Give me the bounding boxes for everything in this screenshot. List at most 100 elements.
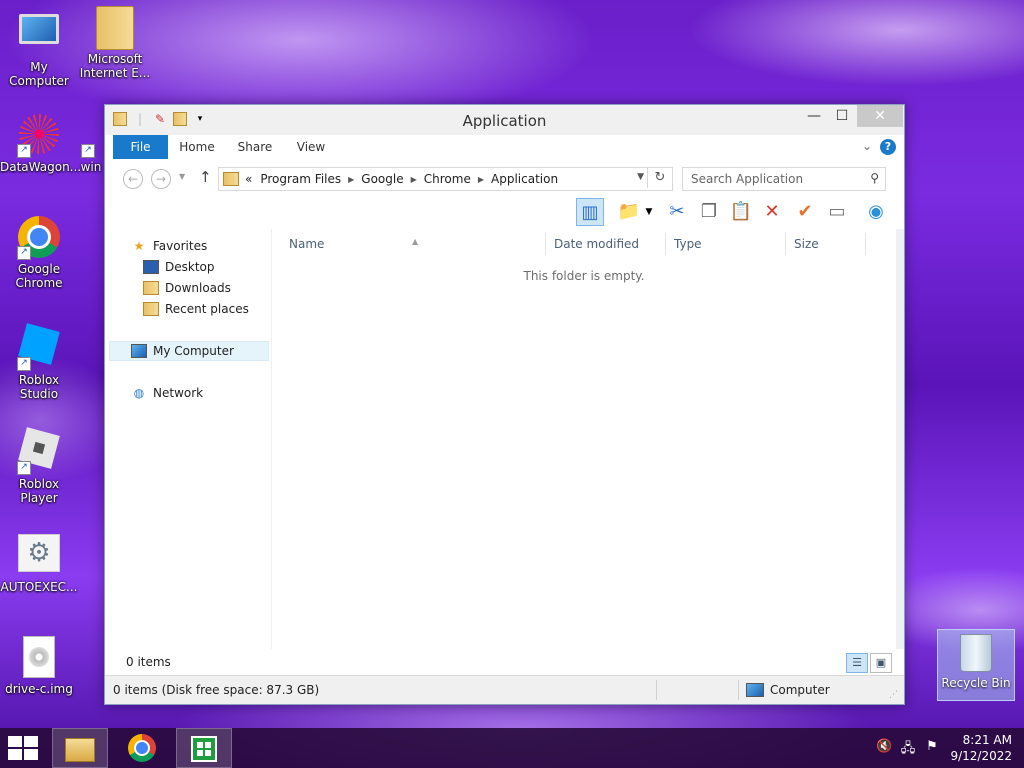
computer-icon: [131, 344, 147, 358]
chevron-right-icon[interactable]: ▶: [478, 175, 484, 184]
nav-label: Recent places: [165, 302, 249, 316]
column-label: Name: [289, 237, 325, 251]
tab-home[interactable]: Home: [175, 135, 219, 159]
desktop-icon-label: Roblox Player: [18, 477, 60, 505]
desktop-icon-google-chrome[interactable]: ↗ Google Chrome: [0, 216, 78, 290]
clock-time: 8:21 AM: [962, 733, 1012, 747]
network-status-icon[interactable]: 🖧: [900, 739, 916, 761]
desktop-icon-recycle-bin[interactable]: Recycle Bin: [937, 629, 1015, 701]
up-button[interactable]: ↑: [199, 168, 212, 186]
system-tray: 🔇 🖧 ⚑: [876, 739, 940, 761]
chevron-right-icon[interactable]: ▶: [411, 175, 417, 184]
recycle-bin-icon: [960, 634, 992, 672]
desktop-icon-datawagon[interactable]: ↗ DataWagon...: [0, 114, 82, 174]
volume-muted-icon[interactable]: 🔇: [876, 739, 892, 761]
rename-icon[interactable]: ✔: [791, 198, 819, 226]
address-bar[interactable]: « Program Files ▶ Google ▶ Chrome ▶ Appl…: [218, 167, 673, 191]
desktop-icon-label: AUTOEXEC...: [0, 580, 78, 594]
gear-icon: ⚙: [18, 534, 60, 572]
tab-file[interactable]: File: [113, 135, 168, 159]
copy-icon[interactable]: ❐: [695, 198, 723, 226]
desktop-icon-my-computer[interactable]: My Computer: [0, 8, 78, 88]
preview-pane-button[interactable]: ▥: [576, 198, 604, 226]
organize-dropdown-icon[interactable]: ▼: [642, 198, 656, 226]
shortcut-arrow-icon: ↗: [17, 246, 31, 260]
nav-my-computer[interactable]: My Computer: [109, 341, 269, 361]
nav-desktop[interactable]: Desktop: [143, 257, 215, 277]
details-view-icon[interactable]: ☰: [846, 653, 868, 673]
nav-recent-places[interactable]: Recent places: [143, 299, 249, 319]
properties-icon[interactable]: ▭: [823, 198, 851, 226]
recent-locations-icon[interactable]: ▼: [179, 172, 185, 181]
tab-share[interactable]: Share: [233, 135, 277, 159]
resize-grip-icon[interactable]: ⋰: [889, 690, 898, 700]
paste-icon[interactable]: 📋: [727, 198, 755, 226]
search-box[interactable]: ⚲: [682, 167, 886, 191]
breadcrumb-chrome[interactable]: Chrome: [424, 172, 471, 186]
nav-downloads[interactable]: Downloads: [143, 278, 231, 298]
delete-icon[interactable]: ✕: [758, 198, 786, 226]
clock[interactable]: 8:21 AM 9/12/2022: [950, 732, 1012, 764]
nav-favorites[interactable]: ★ Favorites: [131, 236, 208, 256]
organize-folder-icon[interactable]: 📁: [615, 198, 643, 226]
nav-network[interactable]: ◍ Network: [131, 383, 203, 403]
desktop-icon-label: drive-c.img: [5, 682, 73, 696]
desktop-icon-label: DataWagon...: [0, 160, 82, 174]
close-button[interactable]: ✕: [857, 105, 903, 127]
chevron-right-icon[interactable]: ▶: [348, 175, 354, 184]
breadcrumb-google[interactable]: Google: [361, 172, 403, 186]
column-header-type[interactable]: Type: [666, 233, 786, 255]
network-globe-icon[interactable]: ◉: [862, 198, 890, 226]
column-header-name[interactable]: Name ▲: [272, 233, 546, 255]
shortcut-arrow-icon: ↗: [17, 357, 31, 371]
search-input[interactable]: [689, 171, 863, 187]
desktop-icon-autoexec[interactable]: ⚙ AUTOEXEC...: [0, 530, 78, 594]
large-icons-view-icon[interactable]: ▣: [870, 653, 892, 673]
breadcrumb-overflow[interactable]: «: [245, 172, 252, 186]
title-bar[interactable]: | ✎ ▾ Application — ☐ ✕: [105, 105, 904, 135]
desktop-icon-internet-explorer[interactable]: Microsoft Internet E...: [76, 6, 154, 80]
back-button[interactable]: ←: [123, 169, 143, 189]
action-center-icon[interactable]: ⚑: [924, 739, 940, 761]
view-switcher: ☰ ▣: [846, 653, 892, 673]
item-count: 0 items: [126, 655, 171, 669]
column-label: Type: [674, 237, 702, 251]
nav-label: Desktop: [165, 260, 215, 274]
cut-icon[interactable]: ✂: [663, 198, 691, 226]
nav-label: Downloads: [165, 281, 231, 295]
column-header-date-modified[interactable]: Date modified: [546, 233, 666, 255]
shortcut-arrow-icon: ↗: [81, 144, 95, 158]
desktop-icon-label: Google Chrome: [15, 262, 63, 290]
taskbar: 🔇 🖧 ⚑ 8:21 AM 9/12/2022: [0, 728, 1024, 768]
taskbar-file-explorer[interactable]: [52, 728, 108, 768]
taskbar-chrome[interactable]: [114, 728, 170, 768]
maximize-button[interactable]: ☐: [828, 105, 856, 127]
breadcrumb-application[interactable]: Application: [491, 172, 558, 186]
folder-icon: [96, 6, 134, 50]
file-explorer-icon: [65, 738, 95, 762]
breadcrumb-program-files[interactable]: Program Files: [260, 172, 341, 186]
search-icon[interactable]: ⚲: [870, 171, 879, 185]
start-button[interactable]: [8, 736, 38, 760]
address-toolbar: ← → ▼ ↑ « Program Files ▶ Google ▶ Chrom…: [105, 159, 904, 195]
file-list[interactable]: Name ▲ Date modified Type Size This fold…: [272, 229, 896, 649]
taskbar-store[interactable]: [176, 728, 232, 768]
chevron-down-icon[interactable]: ▼: [637, 172, 644, 182]
desktop-icon-win[interactable]: ↗ win: [76, 114, 106, 174]
minimize-button[interactable]: —: [800, 105, 828, 127]
forward-button[interactable]: →: [151, 169, 171, 189]
ribbon-tabs: File Home Share View ⌄ ?: [105, 135, 904, 160]
column-header-size[interactable]: Size: [786, 233, 866, 255]
disc-image-icon: [23, 636, 55, 678]
tab-view[interactable]: View: [291, 135, 331, 159]
desktop-icon-drive-img[interactable]: drive-c.img: [0, 634, 78, 696]
desktop-icon-roblox-studio[interactable]: ↗ Roblox Studio: [0, 322, 78, 401]
expand-ribbon-icon[interactable]: ⌄: [862, 139, 872, 153]
status-disk-space: 0 items (Disk free space: 87.3 GB): [113, 683, 320, 697]
help-icon[interactable]: ?: [880, 139, 896, 155]
desktop-icon-roblox-player[interactable]: ↗ Roblox Player: [0, 426, 78, 505]
status-bar: 0 items (Disk free space: 87.3 GB) Compu…: [105, 675, 904, 704]
status-divider: [738, 680, 739, 700]
command-toolbar: ▥ 📁 ▼ ✂ ❐ 📋 ✕ ✔ ▭ ◉: [105, 195, 904, 230]
refresh-button[interactable]: ↻: [647, 168, 672, 188]
